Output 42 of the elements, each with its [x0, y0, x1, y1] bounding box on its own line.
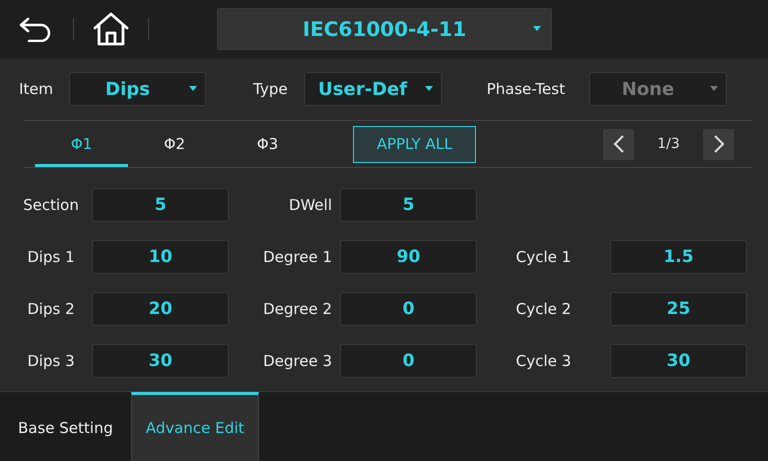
field-label: Cycle 3	[514, 352, 572, 370]
field-label: Dips 2	[26, 300, 76, 318]
value-field[interactable]: 5	[92, 188, 229, 222]
field-label: Cycle 1	[514, 248, 572, 266]
bottom-tab[interactable]: Base Setting	[0, 392, 131, 461]
chevron-right-icon	[712, 134, 724, 154]
value-field[interactable]: 30	[610, 344, 747, 378]
field-label: Section	[22, 196, 80, 214]
caret-icon	[533, 26, 541, 31]
caret-icon	[189, 86, 198, 91]
value-field[interactable]: 20	[92, 292, 229, 326]
caret-icon	[424, 86, 433, 91]
page-indicator: 1/3	[656, 136, 681, 152]
previous-page-button[interactable]	[603, 128, 634, 160]
field-label: DWell	[288, 196, 332, 214]
field-label: Dips 1	[26, 248, 76, 266]
selector-label: Type	[253, 80, 288, 98]
selector-label: Phase-Test	[486, 80, 565, 98]
value-field[interactable]: 5	[340, 188, 477, 222]
apply-all-button[interactable]: APPLY ALL	[353, 126, 476, 162]
phase-tab[interactable]: Φ3	[221, 121, 314, 167]
value-field[interactable]: 0	[340, 292, 477, 326]
phase-tab[interactable]: Φ2	[128, 121, 221, 167]
field-label: Degree 1	[262, 248, 332, 266]
field-label: Degree 2	[262, 300, 332, 318]
value-field[interactable]: 90	[340, 240, 477, 274]
bottom-tab[interactable]: Advance Edit	[131, 392, 259, 461]
field-label: Dips 3	[26, 352, 76, 370]
value-field[interactable]: 25	[610, 292, 747, 326]
next-page-button[interactable]	[703, 128, 734, 160]
field-label: Cycle 2	[514, 300, 572, 318]
value-field[interactable]: 0	[340, 344, 477, 378]
dropdown[interactable]: User-Def	[304, 72, 442, 106]
caret-icon	[710, 86, 718, 91]
chevron-left-icon	[612, 134, 624, 154]
selector-label: Item	[19, 80, 54, 98]
field-label: Degree 3	[262, 352, 332, 370]
value-field[interactable]: 1.5	[610, 240, 747, 274]
value-field[interactable]: 30	[92, 344, 229, 378]
standard-dropdown[interactable]: IEC61000-4-11	[217, 8, 552, 50]
dropdown[interactable]: Dips	[69, 72, 206, 106]
value-field[interactable]: 10	[92, 240, 229, 274]
